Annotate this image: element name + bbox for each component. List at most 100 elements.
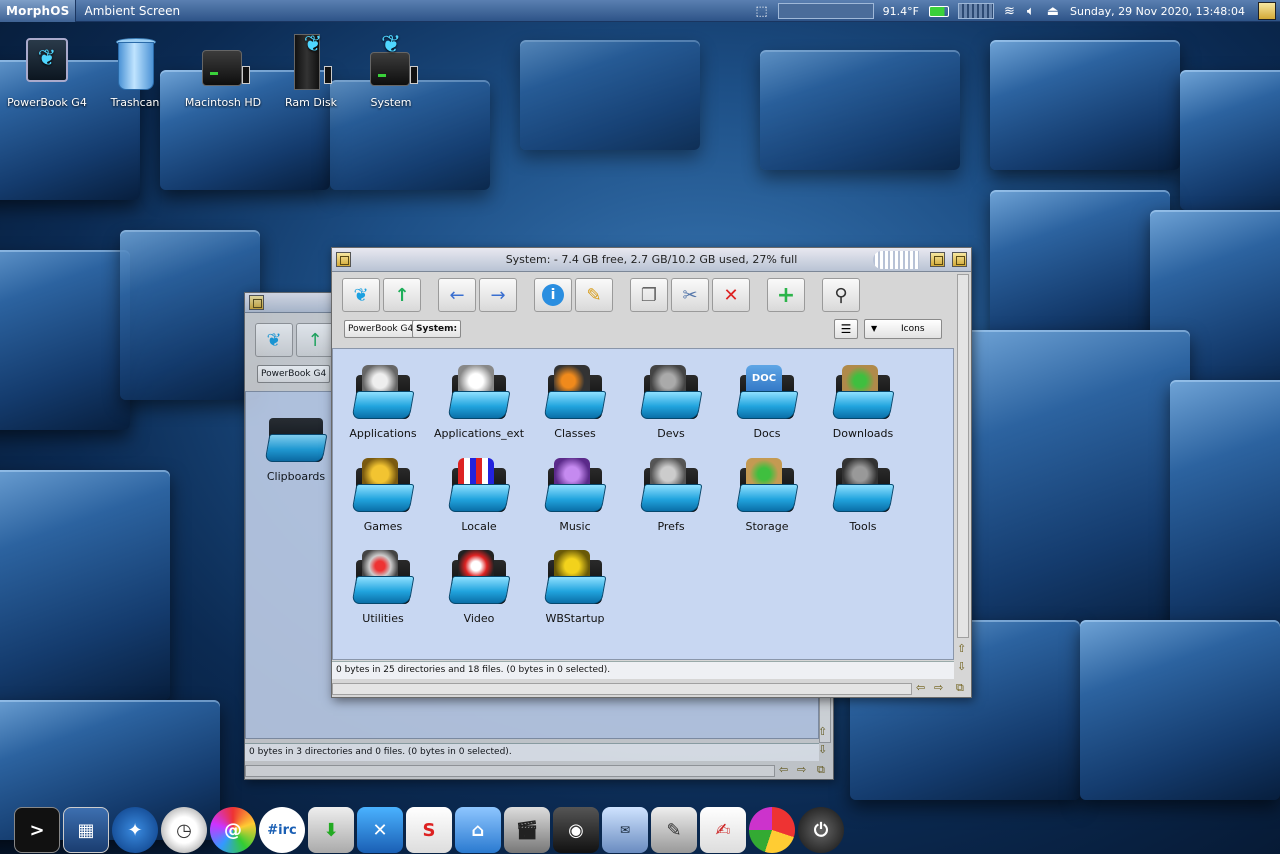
scroll-down-icon[interactable]: ⇩ [957, 660, 966, 673]
desktop-icon-ram-disk[interactable]: ❦ Ram Disk [266, 32, 356, 110]
parent-button[interactable]: ↑ [383, 278, 421, 312]
dock-notes[interactable]: ✍ [700, 807, 746, 853]
scroll-up-icon[interactable]: ⇧ [957, 642, 966, 655]
ambient-button[interactable]: ❦ [255, 323, 293, 357]
vertical-scrollbar[interactable] [957, 274, 969, 638]
rename-button[interactable]: ✎ [575, 278, 613, 312]
scroll-right-icon[interactable]: ⇨ [797, 763, 806, 776]
folder-label: Docs [753, 427, 781, 440]
depth-icon[interactable] [952, 252, 967, 267]
window-titlebar[interactable]: System: - 7.4 GB free, 2.7 GB/10.2 GB us… [332, 248, 971, 272]
ambient-button[interactable]: ❦ [342, 278, 380, 312]
docs-folder-icon: DOC [735, 363, 799, 421]
dock-browser[interactable]: ✦ [112, 807, 158, 853]
dock-shell[interactable]: > [14, 807, 60, 853]
scroll-up-icon[interactable]: ⇧ [818, 725, 827, 738]
magnifier-icon: ⚲ [834, 284, 848, 306]
dock-shutdown[interactable]: ⏻ [798, 807, 844, 853]
back-button[interactable]: ← [438, 278, 476, 312]
screen-depth-icon[interactable] [1258, 2, 1276, 20]
butterfly-icon: ❦ [353, 284, 369, 306]
scroll-right-icon[interactable]: ⇨ [934, 681, 943, 694]
folder-label: Games [363, 520, 403, 533]
chevron-down-icon: ▼ [871, 324, 878, 333]
brushes-icon: ✎ [666, 819, 682, 841]
arrow-up-icon: ↑ [394, 284, 410, 306]
resize-icon[interactable]: ⧉ [956, 681, 964, 695]
desktop-icon-powerbook[interactable]: ❦ PowerBook G4 [2, 36, 92, 109]
devs-folder-icon [639, 363, 703, 421]
desktop-icon-label: Ram Disk [285, 96, 337, 109]
dock-eve[interactable]: ✉ [602, 807, 648, 853]
dock-movie[interactable]: 🎬︎ [504, 807, 550, 853]
dock-audio[interactable]: S [406, 807, 452, 853]
folder-classes[interactable]: Classes [527, 363, 623, 440]
horizontal-scrollbar[interactable] [245, 765, 775, 777]
scroll-left-icon[interactable]: ⇦ [779, 763, 788, 776]
clock-datetime[interactable]: Sunday, 29 Nov 2020, 13:48:04 [1070, 5, 1245, 18]
eject-icon[interactable]: ⏏ [1047, 4, 1059, 19]
folder-wbstartup[interactable]: WBStartup [527, 548, 623, 625]
info-button[interactable]: i [534, 278, 572, 312]
folder-utilities[interactable]: Utilities [335, 548, 431, 625]
cut-button[interactable]: ✂ [671, 278, 709, 312]
search-button[interactable]: ⚲ [822, 278, 860, 312]
battery-icon[interactable] [928, 5, 949, 17]
folder-music[interactable]: Music [527, 456, 623, 533]
breadcrumb-powerbook[interactable]: PowerBook G4 [344, 320, 418, 338]
zoom-icon[interactable] [930, 252, 945, 267]
drag-handle[interactable] [873, 251, 919, 269]
scroll-left-icon[interactable]: ⇦ [916, 681, 925, 694]
dock-mail[interactable]: @ [210, 807, 256, 853]
desktop-icon-system[interactable]: ❦ System [346, 32, 436, 109]
folder-games[interactable]: Games [335, 456, 431, 533]
dock-paint[interactable]: ✎ [651, 807, 697, 853]
folder-storage[interactable]: Storage [719, 456, 815, 533]
dock-downloads[interactable]: ⬇ [308, 807, 354, 853]
new-button[interactable]: + [767, 278, 805, 312]
folder-video[interactable]: Video [431, 548, 527, 625]
dock-grab[interactable]: ✕ [357, 807, 403, 853]
irc-icon: #irc [267, 822, 297, 838]
morphos-logo[interactable]: MorphOS [0, 0, 77, 22]
desktop-icon-trashcan[interactable]: Trashcan [90, 36, 180, 109]
scroll-down-icon[interactable]: ⇩ [818, 743, 827, 756]
close-icon[interactable] [336, 252, 351, 267]
folder-tools[interactable]: Tools [815, 456, 911, 533]
volume-icon[interactable]: 🔈︎ [1027, 4, 1035, 19]
folder-docs[interactable]: DOC Docs [719, 363, 815, 440]
dock-ambient[interactable]: ▦ [63, 807, 109, 853]
horizontal-scrollbar[interactable] [332, 683, 912, 695]
dock-clock[interactable]: ◷ [161, 807, 207, 853]
forward-button[interactable]: → [479, 278, 517, 312]
copy-button[interactable]: ❐ [630, 278, 668, 312]
folder-devs[interactable]: Devs [623, 363, 719, 440]
desktop-icon-macintosh-hd[interactable]: Macintosh HD [178, 36, 268, 109]
dock-charts[interactable] [749, 807, 795, 853]
dock-irc[interactable]: #irc [259, 807, 305, 853]
breadcrumb-system[interactable]: System: [412, 320, 462, 338]
wifi-icon[interactable]: ≋ [1004, 4, 1015, 19]
dock-store[interactable]: ⌂ [455, 807, 501, 853]
folder-downloads[interactable]: Downloads [815, 363, 911, 440]
resize-icon[interactable]: ⧉ [817, 763, 825, 777]
close-icon[interactable] [249, 295, 264, 310]
delete-button[interactable]: ✕ [712, 278, 750, 312]
view-mode-select[interactable]: ▼ Icons [864, 319, 942, 339]
desktop-icon-label: Trashcan [110, 96, 160, 109]
list-view-button[interactable]: ☰ [834, 319, 858, 339]
system-content[interactable]: Applications Applications_ext Classes De… [332, 348, 954, 660]
parent-button[interactable]: ↑ [296, 323, 334, 357]
folder-applications-ext[interactable]: Applications_ext [431, 363, 527, 440]
app-name: Ambient Screen [84, 3, 181, 18]
store-icon: ⌂ [471, 819, 485, 841]
folder-locale[interactable]: Locale [431, 456, 527, 533]
ambient-icon: ▦ [77, 819, 95, 841]
breadcrumb-powerbook[interactable]: PowerBook G4 [257, 365, 331, 383]
dock-radio[interactable]: ◉ [553, 807, 599, 853]
system-window[interactable]: System: - 7.4 GB free, 2.7 GB/10.2 GB us… [331, 247, 972, 698]
folder-prefs[interactable]: Prefs [623, 456, 719, 533]
screen-select-icon[interactable]: ⬚ [755, 4, 767, 19]
folder-clipboards[interactable]: Clipboards [248, 406, 344, 483]
folder-applications[interactable]: Applications [335, 363, 431, 440]
